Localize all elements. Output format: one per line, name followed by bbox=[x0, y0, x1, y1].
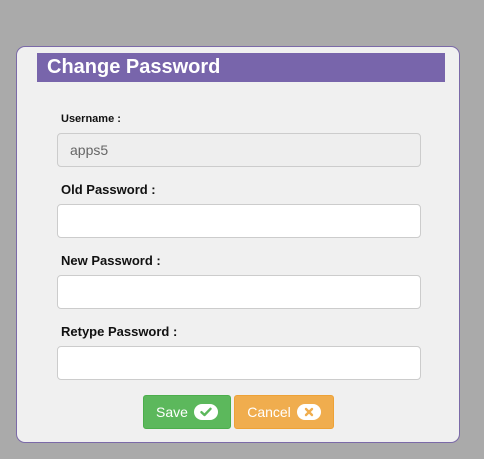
save-button-label: Save bbox=[156, 404, 188, 420]
retype-password-label: Retype Password : bbox=[61, 324, 178, 339]
check-icon bbox=[193, 404, 218, 420]
new-password-label: New Password : bbox=[61, 253, 161, 268]
username-field[interactable] bbox=[57, 133, 421, 167]
old-password-label: Old Password : bbox=[61, 182, 156, 197]
save-button[interactable]: Save bbox=[143, 395, 231, 429]
change-password-dialog: Change Password Username : Old Password … bbox=[16, 46, 460, 443]
cancel-button-label: Cancel bbox=[247, 404, 291, 420]
dialog-title: Change Password bbox=[37, 53, 445, 82]
username-label: Username : bbox=[61, 113, 121, 125]
close-icon bbox=[296, 404, 321, 420]
cancel-button[interactable]: Cancel bbox=[234, 395, 334, 429]
old-password-field[interactable] bbox=[57, 204, 421, 238]
retype-password-field[interactable] bbox=[57, 346, 421, 380]
new-password-field[interactable] bbox=[57, 275, 421, 309]
